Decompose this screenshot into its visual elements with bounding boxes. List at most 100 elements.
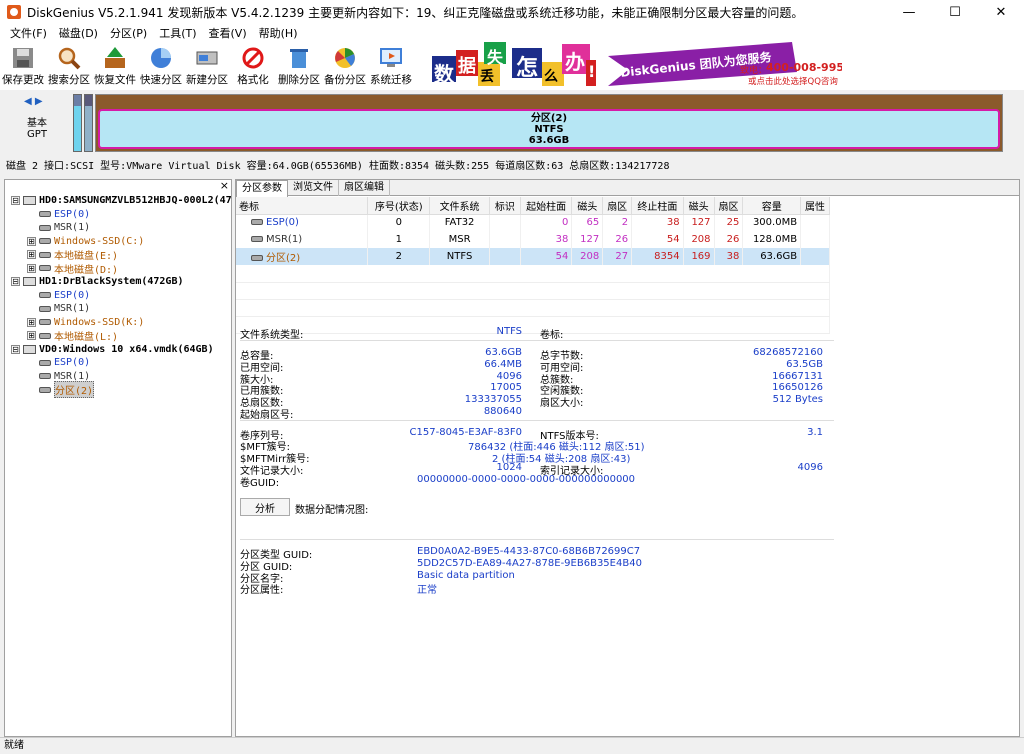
tree-disk-item[interactable]: ⊟ VD0:Windows 10 x64.vmdk(64GB): [11, 343, 214, 356]
disk-nav-arrows[interactable]: ◀ ▶: [24, 96, 43, 107]
tree-partition-item[interactable]: ⊞ 本地磁盘(D:): [27, 262, 118, 276]
delete-partition-icon: [286, 45, 312, 71]
cell-end-head: 127: [683, 214, 715, 231]
start-sector-label: 起始扇区号:: [240, 410, 294, 421]
delete-partition-button[interactable]: 删除分区: [276, 42, 322, 88]
search-partition-button[interactable]: 搜索分区: [46, 42, 92, 88]
collapse-icon[interactable]: ⊟: [11, 196, 20, 205]
minimize-button[interactable]: —: [886, 0, 932, 24]
table-row[interactable]: 分区(2) 2 NTFS 54 208 27 8354 169 38 63.6GB: [236, 248, 830, 265]
menu-disk[interactable]: 磁盘(D): [53, 25, 104, 41]
tree-item-label: MSR(1): [54, 303, 91, 314]
expand-icon[interactable]: ⊞: [27, 263, 36, 273]
system-migrate-button[interactable]: 系统迁移: [368, 42, 414, 88]
col-filesystem[interactable]: 文件系统: [429, 197, 490, 215]
tree-item-label: ESP(0): [54, 208, 91, 220]
table-row[interactable]: MSR(1) 1 MSR 38 127 26 54 208 26 128.0MB: [236, 231, 830, 248]
tree-partition-item[interactable]: MSR(1): [27, 221, 90, 234]
col-end-cyl[interactable]: 终止柱面: [631, 197, 684, 215]
analyze-button[interactable]: 分析: [240, 498, 290, 516]
partition-icon: [39, 332, 51, 339]
hard-disk-icon: [23, 277, 36, 286]
maximize-button[interactable]: ☐: [932, 0, 978, 24]
sector-size-value: 512 Bytes: [772, 394, 823, 405]
col-start-cyl[interactable]: 起始柱面: [520, 197, 573, 215]
format-button[interactable]: 格式化: [230, 42, 276, 88]
menu-file[interactable]: 文件(F): [4, 25, 53, 41]
col-attr[interactable]: 属性: [800, 197, 830, 215]
empty-cell: [236, 299, 830, 317]
cell-index: 2: [367, 248, 431, 265]
cell-index: 1: [367, 231, 431, 248]
col-index[interactable]: 序号(状态): [367, 197, 431, 215]
quick-partition-button[interactable]: 快速分区: [138, 42, 184, 88]
cell-end-head: 208: [683, 231, 715, 248]
cell-start-cyl: 38: [520, 231, 573, 248]
partition-name: MSR(1): [266, 234, 303, 245]
tab-partition-params[interactable]: 分区参数: [236, 180, 288, 197]
collapse-icon[interactable]: ⊟: [11, 344, 20, 354]
col-end-head[interactable]: 磁头: [683, 197, 715, 215]
col-end-sector[interactable]: 扇区: [714, 197, 744, 215]
partition-icon: [251, 219, 263, 226]
partition-icon: [251, 236, 263, 242]
partition-table: 卷标 序号(状态) 文件系统 标识 起始柱面 磁头 扇区 终止柱面 磁头 扇区 …: [236, 197, 830, 334]
total-capacity-value: 63.6GB: [485, 347, 522, 358]
tree-partition-item[interactable]: ⊞ 本地磁盘(L:): [27, 329, 118, 343]
expand-icon[interactable]: ⊞: [27, 331, 36, 340]
recover-file-button[interactable]: 恢复文件: [92, 42, 138, 88]
tree-partition-item[interactable]: 分区(2): [27, 381, 95, 398]
table-row[interactable]: ESP(0) 0 FAT32 0 65 2 38 127 25 300.0MB: [236, 214, 830, 231]
col-id[interactable]: 标识: [489, 197, 521, 215]
backup-partition-button[interactable]: 备份分区: [322, 42, 368, 88]
new-partition-button[interactable]: 新建分区: [184, 42, 230, 88]
expand-icon[interactable]: ⊞: [27, 250, 36, 259]
cell-filesystem: FAT32: [429, 214, 490, 231]
menu-tools[interactable]: 工具(T): [153, 25, 202, 41]
col-start-sector[interactable]: 扇区: [602, 197, 633, 215]
cell-start-head: 127: [571, 231, 604, 248]
save-changes-button[interactable]: 保存更改: [0, 42, 46, 88]
tree-partition-item[interactable]: ⊞ Windows-SSD(K:): [27, 316, 144, 329]
disk-map-esp-segment[interactable]: [73, 94, 82, 152]
tree-disk-item[interactable]: ⊟ HD0:SAMSUNGMZVLB512HBJQ-000L2(47: [11, 194, 231, 207]
col-start-head[interactable]: 磁头: [571, 197, 604, 215]
col-volume[interactable]: 卷标: [236, 197, 369, 215]
partition-name: 分区(2): [266, 253, 301, 264]
menu-help[interactable]: 帮助(H): [253, 25, 304, 41]
tree-disk-item[interactable]: ⊟ HD1:DrBlackSystem(472GB): [11, 275, 184, 288]
empty-table-row: [236, 265, 830, 283]
tree-partition-item[interactable]: ESP(0): [27, 356, 90, 369]
tab-sector-edit[interactable]: 扇区编辑: [339, 180, 390, 196]
menu-view[interactable]: 查看(V): [203, 25, 253, 41]
tree-partition-item[interactable]: ⊞ 本地磁盘(E:): [27, 248, 118, 262]
system-migrate-icon: [378, 45, 404, 71]
cell-attr: [800, 214, 830, 231]
tree-partition-item[interactable]: ESP(0): [27, 208, 90, 221]
cell-id: [489, 248, 521, 265]
disk-map-main-partition[interactable]: 分区(2) NTFS 63.6GB: [95, 94, 1003, 152]
cell-end-cyl: 54: [631, 231, 684, 248]
volume-guid-value: 00000000-0000-0000-0000-000000000000: [417, 474, 636, 485]
tab-browse-files[interactable]: 浏览文件: [288, 180, 339, 196]
empty-cell: [236, 282, 830, 300]
tree-close-button[interactable]: ×: [220, 180, 229, 192]
menu-partition[interactable]: 分区(P): [104, 25, 153, 41]
support-banner[interactable]: 数 据 丢 失 怎 么 办 ! DiskGenius 团队为您服务 致电： 40…: [432, 42, 842, 88]
partition-icon: [39, 373, 51, 379]
cell-filesystem: NTFS: [429, 248, 490, 265]
col-capacity[interactable]: 容量: [742, 197, 802, 215]
disk-map-msr-segment[interactable]: [84, 94, 93, 152]
divider: [240, 539, 834, 540]
tree-partition-item[interactable]: MSR(1): [27, 302, 90, 315]
volume-serial-value: C157-8045-E3AF-83F0: [409, 427, 522, 438]
collapse-icon[interactable]: ⊟: [11, 277, 20, 286]
banner-qq-link[interactable]: 或点击此处选择QQ咨询: [748, 75, 838, 87]
expand-icon[interactable]: ⊞: [27, 236, 36, 246]
total-bytes-value: 68268572160: [753, 347, 823, 358]
close-button[interactable]: ✕: [978, 0, 1024, 24]
tree-partition-item[interactable]: ESP(0): [27, 289, 90, 302]
expand-icon[interactable]: ⊞: [27, 317, 36, 327]
banner-char-4: 失: [487, 48, 504, 67]
tree-partition-item[interactable]: ⊞ Windows-SSD(C:): [27, 235, 144, 248]
